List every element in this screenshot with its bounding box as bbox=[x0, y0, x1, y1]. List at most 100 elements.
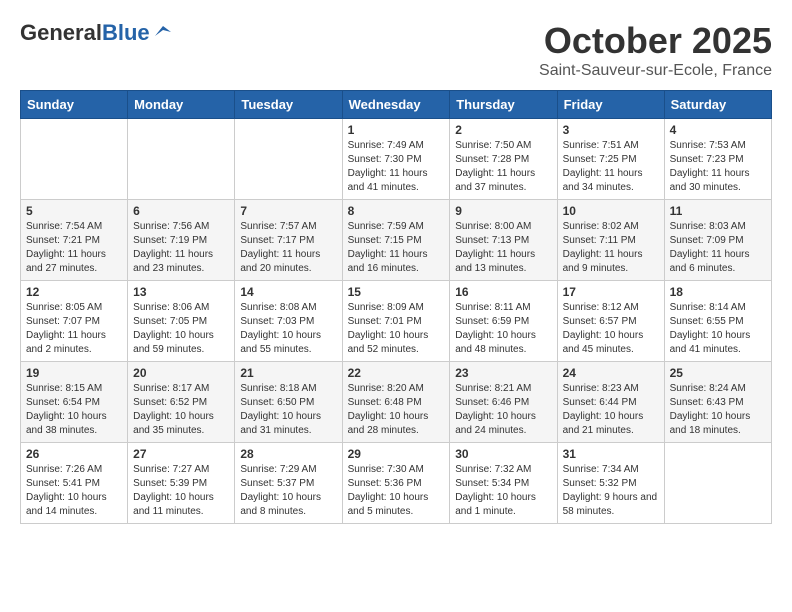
day-info: Sunrise: 7:27 AM Sunset: 5:39 PM Dayligh… bbox=[133, 463, 229, 519]
day-info: Sunrise: 7:59 AM Sunset: 7:15 PM Dayligh… bbox=[348, 220, 445, 276]
title-block: October 2025 Saint-Sauveur-sur-Ecole, Fr… bbox=[539, 20, 772, 80]
logo-general-text: General bbox=[20, 20, 102, 46]
day-info: Sunrise: 7:54 AM Sunset: 7:21 PM Dayligh… bbox=[26, 220, 122, 276]
header-sunday: Sunday bbox=[21, 91, 128, 119]
calendar-week-row: 26 Sunrise: 7:26 AM Sunset: 5:41 PM Dayli… bbox=[21, 443, 772, 524]
day-number: 9 bbox=[455, 204, 551, 218]
day-number: 21 bbox=[240, 366, 336, 380]
day-info: Sunrise: 8:21 AM Sunset: 6:46 PM Dayligh… bbox=[455, 382, 551, 438]
calendar-table: SundayMondayTuesdayWednesdayThursdayFrid… bbox=[20, 90, 772, 524]
day-info: Sunrise: 7:51 AM Sunset: 7:25 PM Dayligh… bbox=[563, 139, 659, 195]
calendar-cell: 2Sunrise: 7:50 AM Sunset: 7:28 PM Daylig… bbox=[450, 119, 557, 200]
day-number: 25 bbox=[670, 366, 766, 380]
header-monday: Monday bbox=[128, 91, 235, 119]
day-number: 20 bbox=[133, 366, 229, 380]
calendar-cell: 14 Sunrise: 8:08 AM Sunset: 7:03 PM Dayli… bbox=[235, 281, 342, 362]
day-number: 24 bbox=[563, 366, 659, 380]
day-info: Sunrise: 8:11 AM Sunset: 6:59 PM Dayligh… bbox=[455, 301, 551, 357]
day-number: 7 bbox=[240, 204, 336, 218]
day-info: Sunrise: 8:08 AM Sunset: 7:03 PM Dayligh… bbox=[240, 301, 336, 357]
day-info: Sunrise: 7:26 AM Sunset: 5:41 PM Dayligh… bbox=[26, 463, 122, 519]
calendar-cell: 27 Sunrise: 7:27 AM Sunset: 5:39 PM Dayli… bbox=[128, 443, 235, 524]
calendar-cell: 7 Sunrise: 7:57 AM Sunset: 7:17 PM Daylig… bbox=[235, 200, 342, 281]
calendar-cell: 17Sunrise: 8:12 AM Sunset: 6:57 PM Dayli… bbox=[557, 281, 664, 362]
day-number: 13 bbox=[133, 285, 229, 299]
day-info: Sunrise: 8:17 AM Sunset: 6:52 PM Dayligh… bbox=[133, 382, 229, 438]
day-number: 14 bbox=[240, 285, 336, 299]
day-number: 22 bbox=[348, 366, 445, 380]
calendar-cell: 31Sunrise: 7:34 AM Sunset: 5:32 PM Dayli… bbox=[557, 443, 664, 524]
calendar-cell: 1 Sunrise: 7:49 AM Sunset: 7:30 PM Daylig… bbox=[342, 119, 450, 200]
day-number: 15 bbox=[348, 285, 445, 299]
calendar-week-row: 5 Sunrise: 7:54 AM Sunset: 7:21 PM Daylig… bbox=[21, 200, 772, 281]
day-number: 28 bbox=[240, 447, 336, 461]
calendar-cell: 13 Sunrise: 8:06 AM Sunset: 7:05 PM Dayli… bbox=[128, 281, 235, 362]
day-info: Sunrise: 8:18 AM Sunset: 6:50 PM Dayligh… bbox=[240, 382, 336, 438]
calendar-week-row: 19 Sunrise: 8:15 AM Sunset: 6:54 PM Dayli… bbox=[21, 362, 772, 443]
calendar-cell: 20 Sunrise: 8:17 AM Sunset: 6:52 PM Dayli… bbox=[128, 362, 235, 443]
day-info: Sunrise: 7:57 AM Sunset: 7:17 PM Dayligh… bbox=[240, 220, 336, 276]
calendar-cell: 30 Sunrise: 7:32 AM Sunset: 5:34 PM Dayli… bbox=[450, 443, 557, 524]
day-info: Sunrise: 8:02 AM Sunset: 7:11 PM Dayligh… bbox=[563, 220, 659, 276]
calendar-cell: 26 Sunrise: 7:26 AM Sunset: 5:41 PM Dayli… bbox=[21, 443, 128, 524]
calendar-header-row: SundayMondayTuesdayWednesdayThursdayFrid… bbox=[21, 91, 772, 119]
day-number: 31 bbox=[563, 447, 659, 461]
day-info: Sunrise: 8:05 AM Sunset: 7:07 PM Dayligh… bbox=[26, 301, 122, 357]
day-info: Sunrise: 8:15 AM Sunset: 6:54 PM Dayligh… bbox=[26, 382, 122, 438]
calendar-cell: 21 Sunrise: 8:18 AM Sunset: 6:50 PM Dayli… bbox=[235, 362, 342, 443]
logo-bird-icon bbox=[153, 22, 171, 40]
day-number: 3 bbox=[563, 123, 659, 137]
calendar-cell bbox=[235, 119, 342, 200]
day-number: 10 bbox=[563, 204, 659, 218]
calendar-cell: 29 Sunrise: 7:30 AM Sunset: 5:36 PM Dayli… bbox=[342, 443, 450, 524]
day-number: 18 bbox=[670, 285, 766, 299]
logo: GeneralBlue bbox=[20, 20, 171, 46]
header-thursday: Thursday bbox=[450, 91, 557, 119]
calendar-cell: 18 Sunrise: 8:14 AM Sunset: 6:55 PM Dayli… bbox=[664, 281, 771, 362]
day-info: Sunrise: 7:49 AM Sunset: 7:30 PM Dayligh… bbox=[348, 139, 445, 195]
calendar-cell: 12 Sunrise: 8:05 AM Sunset: 7:07 PM Dayli… bbox=[21, 281, 128, 362]
day-number: 29 bbox=[348, 447, 445, 461]
calendar-cell bbox=[21, 119, 128, 200]
calendar-cell: 16Sunrise: 8:11 AM Sunset: 6:59 PM Dayli… bbox=[450, 281, 557, 362]
day-info: Sunrise: 8:06 AM Sunset: 7:05 PM Dayligh… bbox=[133, 301, 229, 357]
calendar-cell bbox=[128, 119, 235, 200]
calendar-cell: 9 Sunrise: 8:00 AM Sunset: 7:13 PM Daylig… bbox=[450, 200, 557, 281]
day-info: Sunrise: 7:50 AM Sunset: 7:28 PM Dayligh… bbox=[455, 139, 551, 195]
calendar-cell: 6 Sunrise: 7:56 AM Sunset: 7:19 PM Daylig… bbox=[128, 200, 235, 281]
day-info: Sunrise: 7:29 AM Sunset: 5:37 PM Dayligh… bbox=[240, 463, 336, 519]
calendar-cell: 23 Sunrise: 8:21 AM Sunset: 6:46 PM Dayli… bbox=[450, 362, 557, 443]
calendar-cell: 4 Sunrise: 7:53 AM Sunset: 7:23 PM Daylig… bbox=[664, 119, 771, 200]
day-number: 23 bbox=[455, 366, 551, 380]
day-info: Sunrise: 8:14 AM Sunset: 6:55 PM Dayligh… bbox=[670, 301, 766, 357]
header-saturday: Saturday bbox=[664, 91, 771, 119]
day-info: Sunrise: 7:32 AM Sunset: 5:34 PM Dayligh… bbox=[455, 463, 551, 519]
day-number: 12 bbox=[26, 285, 122, 299]
day-number: 5 bbox=[26, 204, 122, 218]
day-info: Sunrise: 7:30 AM Sunset: 5:36 PM Dayligh… bbox=[348, 463, 445, 519]
logo-blue-text: Blue bbox=[102, 20, 150, 46]
calendar-cell: 5 Sunrise: 7:54 AM Sunset: 7:21 PM Daylig… bbox=[21, 200, 128, 281]
day-info: Sunrise: 7:53 AM Sunset: 7:23 PM Dayligh… bbox=[670, 139, 766, 195]
header-friday: Friday bbox=[557, 91, 664, 119]
day-number: 30 bbox=[455, 447, 551, 461]
calendar-cell: 19 Sunrise: 8:15 AM Sunset: 6:54 PM Dayli… bbox=[21, 362, 128, 443]
day-number: 4 bbox=[670, 123, 766, 137]
day-number: 1 bbox=[348, 123, 445, 137]
location-subtitle: Saint-Sauveur-sur-Ecole, France bbox=[539, 62, 772, 80]
day-info: Sunrise: 8:20 AM Sunset: 6:48 PM Dayligh… bbox=[348, 382, 445, 438]
day-number: 6 bbox=[133, 204, 229, 218]
day-info: Sunrise: 8:24 AM Sunset: 6:43 PM Dayligh… bbox=[670, 382, 766, 438]
day-number: 19 bbox=[26, 366, 122, 380]
calendar-cell: 3 Sunrise: 7:51 AM Sunset: 7:25 PM Daylig… bbox=[557, 119, 664, 200]
header-wednesday: Wednesday bbox=[342, 91, 450, 119]
calendar-week-row: 1 Sunrise: 7:49 AM Sunset: 7:30 PM Daylig… bbox=[21, 119, 772, 200]
day-info: Sunrise: 8:23 AM Sunset: 6:44 PM Dayligh… bbox=[563, 382, 659, 438]
calendar-cell: 25 Sunrise: 8:24 AM Sunset: 6:43 PM Dayli… bbox=[664, 362, 771, 443]
day-number: 27 bbox=[133, 447, 229, 461]
day-number: 26 bbox=[26, 447, 122, 461]
day-info: Sunrise: 8:00 AM Sunset: 7:13 PM Dayligh… bbox=[455, 220, 551, 276]
day-info: Sunrise: 7:56 AM Sunset: 7:19 PM Dayligh… bbox=[133, 220, 229, 276]
calendar-cell bbox=[664, 443, 771, 524]
calendar-cell: 24 Sunrise: 8:23 AM Sunset: 6:44 PM Dayli… bbox=[557, 362, 664, 443]
